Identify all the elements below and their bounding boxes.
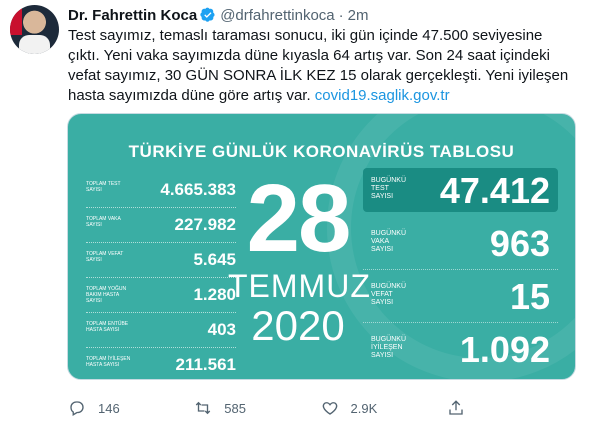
retweet-count: 585 [224, 400, 246, 416]
divider [86, 347, 236, 348]
total-value: 211.561 [175, 355, 236, 374]
tweet-header: Dr. Fahrettin Koca @drfahrettinkoca · 2m [68, 5, 369, 25]
daily-label: BUGÜNKÜ İYİLEŞEN SAYISI [371, 336, 407, 359]
divider [86, 277, 236, 278]
retweet-icon [196, 401, 211, 415]
like-icon [322, 402, 337, 415]
total-row: TOPLAM İYİLEŞEN HASTA SAYISI 211.561 [86, 355, 236, 379]
date-month: TEMMUZ [228, 268, 371, 304]
daily-value: 47.412 [439, 170, 550, 211]
total-label: TOPLAM İYİLEŞEN HASTA SAYISI [86, 356, 131, 368]
daily-box: BUGÜNKÜ İYİLEŞEN SAYISI 1.092 [363, 327, 558, 371]
share-icon [449, 400, 463, 415]
tweet-text: Test sayımız, temaslı taraması sonucu, i… [68, 26, 573, 106]
total-row: TOPLAM ENTÜBE HASTA SAYISI 403 [86, 320, 236, 355]
total-value: 4.665.383 [160, 180, 236, 199]
total-row: TOPLAM TEST SAYISI 4.665.383 [86, 180, 236, 215]
daily-value: 15 [509, 276, 550, 317]
daily-box: BUGÜNKÜ TEST SAYISI 47.412 [363, 168, 558, 212]
daily-value: 963 [489, 223, 550, 264]
total-row: TOPLAM VAKA SAYISI 227.982 [86, 215, 236, 250]
divider [86, 207, 236, 208]
total-label: TOPLAM TEST SAYISI [86, 181, 121, 193]
tweet-actions: 146 585 2.9K [68, 397, 573, 419]
daily-label: BUGÜNKÜ VEFAT SAYISI [371, 283, 407, 306]
daily-label: BUGÜNKÜ TEST SAYISI [371, 177, 407, 200]
total-value: 227.982 [174, 215, 236, 234]
daily-label: BUGÜNKÜ VAKA SAYISI [371, 230, 407, 253]
report-date: 28 TEMMUZ 2020 [228, 165, 371, 349]
divider [363, 269, 558, 270]
date-day: 28 [246, 165, 352, 272]
reply-icon [70, 401, 84, 416]
share-button[interactable] [447, 397, 573, 419]
tweet[interactable]: Dr. Fahrettin Koca @drfahrettinkoca · 2m… [0, 0, 590, 430]
daily-box: BUGÜNKÜ VAKA SAYISI 963 [363, 221, 558, 270]
daily-value: 1.092 [459, 329, 550, 370]
like-count: 2.9K [350, 400, 378, 416]
divider [86, 312, 236, 313]
total-label: TOPLAM VEFAT SAYISI [86, 251, 124, 263]
avatar[interactable] [10, 5, 59, 54]
author-handle[interactable]: @drfahrettinkoca [220, 7, 334, 24]
reply-button[interactable]: 146 [68, 397, 194, 419]
total-label: TOPLAM ENTÜBE HASTA SAYISI [86, 321, 129, 333]
daily-list: BUGÜNKÜ TEST SAYISI 47.412 BUGÜNKÜ VAKA … [363, 168, 558, 379]
card-title: TÜRKİYE GÜNLÜK KORONAVİRÜS TABLOSU [128, 142, 515, 161]
verified-badge-icon [200, 7, 215, 22]
daily-box: BUGÜNKÜ VEFAT SAYISI 15 [363, 274, 558, 323]
reply-count: 146 [98, 400, 120, 416]
total-row: TOPLAM VEFAT SAYISI 5.645 [86, 250, 236, 285]
author-name[interactable]: Dr. Fahrettin Koca [68, 7, 197, 24]
separator-dot: · [338, 6, 344, 24]
tweet-link[interactable]: covid19.saglik.gov.tr [315, 87, 450, 104]
tweet-image-card[interactable]: TÜRKİYE GÜNLÜK KORONAVİRÜS TABLOSU TOPLA… [67, 113, 576, 380]
total-row: TOPLAM YOĞUN BAKIM HASTA SAYISI 1.280 [86, 285, 236, 320]
divider [86, 242, 236, 243]
totals-list: TOPLAM TEST SAYISI 4.665.383 TOPLAM VAKA… [86, 180, 236, 379]
like-button[interactable]: 2.9K [321, 397, 447, 419]
tweet-time[interactable]: 2m [348, 7, 369, 24]
total-label: TOPLAM VAKA SAYISI [86, 216, 121, 228]
divider [363, 322, 558, 323]
flag-shape [10, 5, 22, 35]
retweet-button[interactable]: 585 [194, 397, 320, 419]
avatar-shirt [19, 35, 50, 54]
date-year: 2020 [251, 302, 345, 349]
total-label: TOPLAM YOĞUN BAKIM HASTA SAYISI [86, 286, 127, 304]
